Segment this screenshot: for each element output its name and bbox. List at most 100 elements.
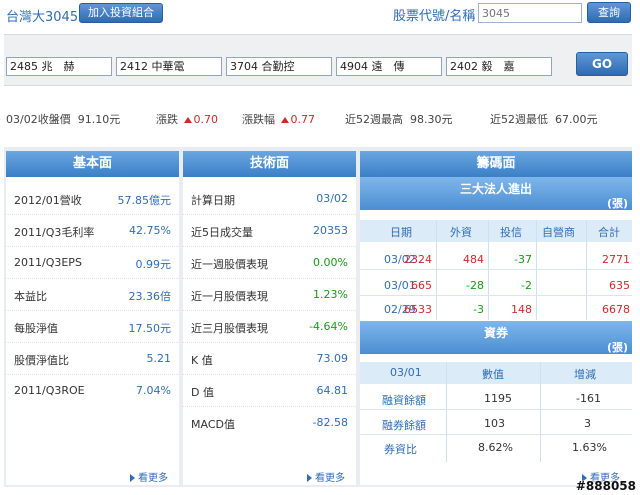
fundamentals-row: 每股淨值 17.50元 [6, 311, 179, 343]
row-label: 2011/Q3毛利率 [14, 226, 95, 239]
more-label: 看更多 [315, 473, 345, 484]
col-divider [540, 362, 541, 462]
col-header: 日期 [390, 226, 412, 239]
row-value: 57.85億元 [117, 194, 172, 207]
margin-table-header: 03/01 數值 增減 [360, 362, 632, 384]
row-value: 42.75% [129, 224, 171, 237]
row-value: 1.23% [313, 288, 348, 301]
watermark: #888058 [575, 479, 636, 493]
row-value: 0.99元 [135, 258, 172, 271]
row-divider [360, 269, 632, 270]
row-value: 7.04% [136, 384, 171, 397]
cell-change: -161 [576, 392, 601, 405]
arrow-right-icon [307, 474, 312, 482]
row-value: 23.36倍 [128, 290, 172, 303]
row-label: 2011/Q3ROE [14, 384, 85, 397]
compare-stock-input-4[interactable]: 4904 遠 傳 [336, 57, 442, 76]
close-price-value: 91.10元 [77, 113, 121, 126]
col-divider [488, 220, 489, 320]
row-label: K 值 [191, 354, 213, 367]
low-52-week: 近52週最低 67.00元 [490, 111, 598, 126]
row-label: MACD值 [191, 418, 235, 431]
row-value: 17.50元 [128, 322, 172, 335]
technicals-row: 近一週股價表現 0.00% [183, 247, 356, 279]
row-label: 近一週股價表現 [191, 258, 268, 271]
query-button[interactable]: 查詢 [587, 2, 631, 23]
fundamentals-row: 2012/01營收 57.85億元 [6, 183, 179, 215]
col-header: 自營商 [542, 226, 575, 239]
institutional-title: 三大法人進出 [459, 182, 532, 196]
technicals-row: D 值 64.81 [183, 375, 356, 407]
cell-foreign: 6533 [404, 303, 432, 316]
fundamentals-row: 2011/Q3EPS 0.99元 [6, 247, 179, 279]
row-label: 2012/01營收 [14, 194, 82, 207]
cell-label: 融資餘額 [382, 394, 426, 407]
institutional-header: 三大法人進出 (張) [360, 177, 632, 210]
price-change-label: 漲跌 [156, 113, 178, 126]
row-divider [360, 295, 632, 296]
row-label: 本益比 [14, 290, 47, 303]
up-arrow-icon [183, 116, 192, 123]
cell-trust: -28 [466, 279, 484, 292]
up-arrow-icon [280, 116, 289, 123]
cell-total: 635 [609, 279, 630, 292]
fundamentals-row: 2011/Q3毛利率 42.75% [6, 215, 179, 247]
cell-value: 103 [484, 417, 505, 430]
cell-dealer: 148 [511, 303, 532, 316]
add-portfolio-button[interactable]: 加入投資組合 [79, 3, 163, 23]
cell-change: 1.63% [572, 441, 607, 454]
compare-stock-input-2[interactable]: 2412 中華電 [116, 57, 222, 76]
row-value: 03/02 [316, 192, 348, 205]
price-change-pct: 漲跌幅 0.77 [242, 111, 315, 126]
cell-trust: 484 [463, 253, 484, 266]
fundamentals-more-link[interactable]: 看更多 [130, 469, 168, 484]
row-label: 股價淨值比 [14, 354, 69, 367]
high-52-week: 近52週最高 98.30元 [345, 111, 453, 126]
technicals-panel: 技術面 計算日期 03/02 近5日成交量 20353 近一週股價表現 0.00% 近… [183, 151, 356, 485]
fundamentals-row: 2011/Q3ROE 7.04% [6, 375, 179, 407]
institutional-table-header: 日期 外資 投信 自營商 合計 [360, 220, 632, 242]
fundamentals-row: 本益比 23.36倍 [6, 279, 179, 311]
margin-header: 資券 (張) [360, 321, 632, 354]
row-label: D 值 [191, 386, 214, 399]
stock-title: 台灣大3045 [6, 10, 79, 25]
technicals-row: 計算日期 03/02 [183, 183, 356, 215]
technicals-row: 近一月股價表現 1.23% [183, 279, 356, 311]
technicals-row: 近5日成交量 20353 [183, 215, 356, 247]
technicals-row: MACD值 -82.58 [183, 407, 356, 439]
row-label: 每股淨值 [14, 322, 58, 335]
margin-unit: (張) [606, 341, 628, 354]
col-header: 增減 [574, 368, 596, 381]
compare-stock-input-5[interactable]: 2402 毅 嘉 [446, 57, 552, 76]
margin-title: 資券 [483, 326, 508, 340]
row-value: -4.64% [309, 320, 348, 333]
technicals-more-link[interactable]: 看更多 [307, 469, 345, 484]
cell-trust: -3 [473, 303, 484, 316]
high-52-week-value: 98.30元 [410, 113, 453, 126]
close-price: 03/02收盤價 91.10元 [6, 111, 121, 126]
col-header: 數值 [482, 368, 504, 381]
close-price-label: 03/02收盤價 [6, 113, 71, 126]
more-label: 看更多 [138, 473, 168, 484]
low-52-week-value: 67.00元 [555, 113, 598, 126]
fundamentals-row: 股價淨值比 5.21 [6, 343, 179, 375]
cell-total: 2771 [602, 253, 630, 266]
go-button[interactable]: GO [576, 52, 628, 76]
col-header: 合計 [598, 226, 620, 239]
search-input[interactable] [478, 3, 582, 23]
row-label: 近5日成交量 [191, 226, 253, 239]
cell-label: 券資比 [384, 443, 417, 456]
cell-dealer: -2 [521, 279, 532, 292]
cell-dealer: -37 [514, 253, 532, 266]
row-value: 5.21 [146, 352, 172, 365]
row-value: 73.09 [316, 352, 349, 365]
compare-stock-input-3[interactable]: 3704 合勤控 [226, 57, 332, 76]
row-divider [360, 409, 632, 410]
col-header: 03/01 [390, 366, 422, 379]
chips-title: 籌碼面 [360, 151, 632, 177]
row-label: 近三月股價表現 [191, 322, 268, 335]
col-divider [536, 220, 537, 320]
compare-stock-input-1[interactable]: 2485 兆 赫 [6, 57, 112, 76]
cell-foreign: 665 [411, 279, 432, 292]
col-divider [586, 220, 587, 320]
